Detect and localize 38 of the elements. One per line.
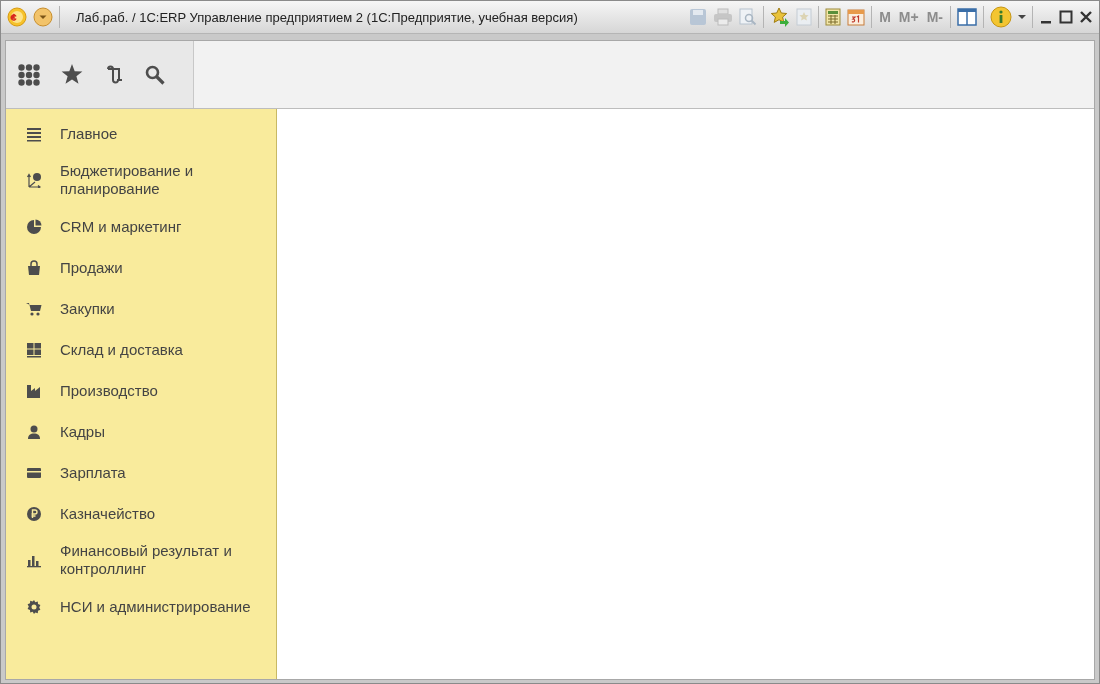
info-icon[interactable] [990, 6, 1012, 28]
split-panel-icon[interactable] [957, 8, 977, 26]
section-item[interactable]: Производство [6, 370, 276, 411]
search-icon[interactable] [145, 64, 165, 85]
ruble-coin-icon [26, 505, 42, 522]
section-item[interactable]: Продажи [6, 247, 276, 288]
section-item[interactable]: CRM и маркетинг [6, 206, 276, 247]
gear-icon [26, 598, 42, 615]
window-title: Лаб.раб. / 1С:ERP Управление предприятием 2 (1С:Предприятие, учебная версия) [76, 9, 578, 25]
section-item[interactable]: Кадры [6, 411, 276, 452]
scroll-icon[interactable] [104, 64, 124, 85]
factory-icon [26, 382, 42, 399]
apps-grid-icon[interactable] [18, 63, 40, 86]
pie-chart-icon [26, 218, 42, 235]
logo-icon[interactable] [7, 7, 27, 27]
calendar-icon[interactable] [847, 8, 866, 26]
lines-icon [26, 125, 42, 142]
section-item[interactable]: Главное [6, 113, 276, 154]
section-item[interactable]: Склад и доставка [6, 329, 276, 370]
star-arrow-icon[interactable] [770, 7, 791, 27]
section-item[interactable]: Закупки [6, 288, 276, 329]
caret-icon[interactable] [1018, 14, 1026, 20]
maximize-icon[interactable] [1059, 10, 1073, 24]
section-item[interactable]: Казначейство [6, 493, 276, 534]
section-item[interactable]: Зарплата [6, 452, 276, 493]
cart-icon [26, 300, 42, 317]
star-page-icon[interactable] [796, 8, 813, 26]
star-icon[interactable] [61, 64, 83, 85]
close-icon[interactable] [1079, 10, 1093, 24]
chart-axes-icon [26, 172, 42, 188]
calculator-icon[interactable] [825, 8, 842, 26]
person-icon [26, 423, 42, 440]
section-item[interactable]: Финансовый результат и контроллинг [6, 534, 276, 586]
section-item[interactable]: Бюджетирование и планирование [6, 154, 276, 206]
section-item[interactable]: НСИ и администрирование [6, 586, 276, 627]
grid-icon [26, 341, 42, 358]
bag-icon [26, 259, 42, 276]
dropdown-icon[interactable] [33, 7, 53, 27]
